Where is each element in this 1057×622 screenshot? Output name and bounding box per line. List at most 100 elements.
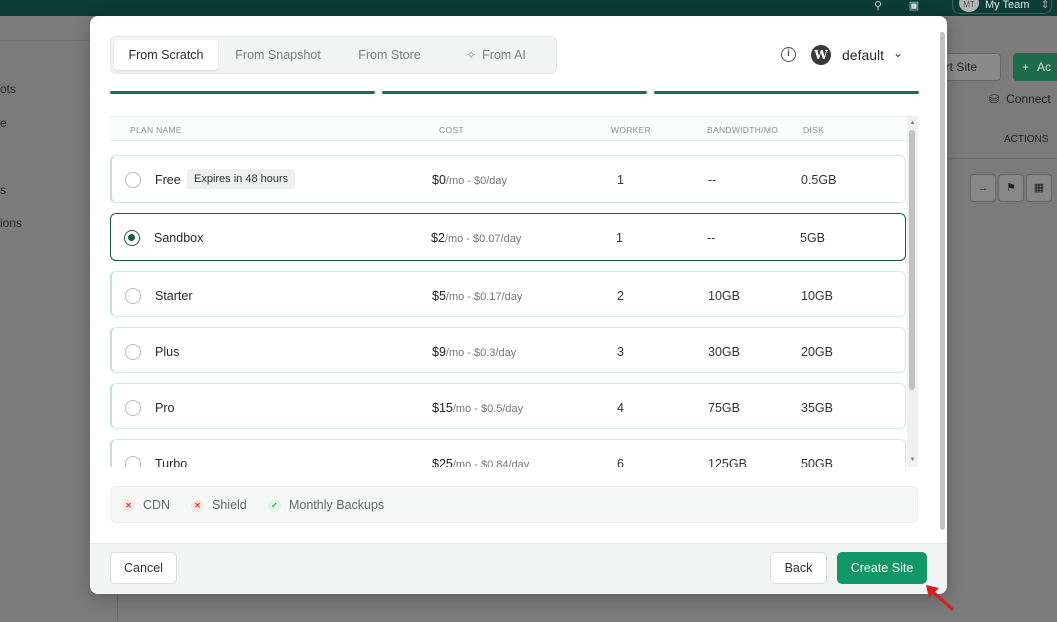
plan-row-sandbox[interactable]: Sandbox $2/mo - $0.07/day 1 -- 5GB bbox=[110, 213, 906, 261]
header-disk: DISK bbox=[803, 125, 825, 135]
add-site-button[interactable]: + Ac bbox=[1013, 53, 1057, 81]
plan-price-sub: /mo - $0.84/day bbox=[452, 459, 530, 467]
step-progress-2 bbox=[382, 91, 647, 94]
scroll-down-icon[interactable]: ▼ bbox=[908, 457, 917, 463]
header-plan-name: PLAN NAME bbox=[130, 125, 182, 135]
plan-name: Turbo bbox=[155, 457, 188, 467]
plan-row-free[interactable]: Free Expires in 48 hours $0/mo - $0/day … bbox=[110, 155, 906, 203]
tab-from-store[interactable]: From Store bbox=[338, 40, 441, 70]
sidebar-item[interactable]: s bbox=[0, 183, 6, 197]
feature-label: Shield bbox=[212, 498, 247, 512]
plan-cost: $25/mo - $0.84/day bbox=[432, 457, 529, 467]
plan-price: $9 bbox=[432, 345, 446, 359]
modal-scrollbar[interactable] bbox=[939, 16, 947, 543]
chevron-down-icon[interactable]: ⌄ bbox=[893, 46, 903, 60]
login-icon[interactable]: → bbox=[970, 174, 996, 202]
plan-bandwidth: -- bbox=[708, 173, 717, 187]
table-divider bbox=[947, 158, 1057, 159]
connect-link[interactable]: ⛁ Connect bbox=[989, 92, 1051, 106]
chevron-updown-icon: ⇕ bbox=[1040, 0, 1050, 11]
plan-name: Pro bbox=[155, 401, 175, 415]
plan-price-sub: /mo - $0.07/day bbox=[444, 233, 522, 245]
plan-price-sub: /mo - $0.3/day bbox=[445, 347, 517, 359]
feature-label: Monthly Backups bbox=[289, 498, 385, 512]
tab-from-ai[interactable]: ✧ From AI bbox=[441, 40, 551, 70]
radio-button[interactable] bbox=[125, 456, 141, 467]
plan-disk: 5GB bbox=[800, 231, 826, 245]
step-progress-1 bbox=[110, 91, 375, 94]
help-icon[interactable]: ⚲ bbox=[866, 0, 890, 16]
plan-disk: 0.5GB bbox=[801, 173, 837, 187]
actions-header: ACTIONS bbox=[1004, 134, 1049, 145]
plan-disk: 35GB bbox=[801, 401, 833, 415]
plan-price-sub: /mo - $0/day bbox=[445, 175, 508, 187]
team-label: My Team bbox=[985, 0, 1030, 11]
plan-cost: $2/mo - $0.07/day bbox=[431, 231, 521, 245]
header-worker: WORKER bbox=[611, 125, 652, 135]
plan-bandwidth: 10GB bbox=[708, 289, 740, 303]
cancel-button[interactable]: Cancel bbox=[110, 552, 177, 584]
notifications-icon[interactable]: ▣ bbox=[902, 0, 926, 16]
plan-worker: 4 bbox=[617, 401, 624, 415]
x-icon: ✕ bbox=[122, 499, 135, 512]
plan-cost: $15/mo - $0.5/day bbox=[432, 401, 523, 415]
plan-worker: 3 bbox=[617, 345, 624, 359]
site-select-value[interactable]: default bbox=[842, 47, 884, 63]
plan-disk: 50GB bbox=[801, 457, 833, 467]
plan-worker: 2 bbox=[617, 289, 624, 303]
create-site-modal: From Scratch From Snapshot From Store ✧ F… bbox=[90, 16, 947, 594]
plan-name: Starter bbox=[155, 289, 193, 303]
plan-row-plus[interactable]: Plus $9/mo - $0.3/day 3 30GB 20GB bbox=[110, 327, 906, 373]
expiry-badge: Expires in 48 hours bbox=[187, 169, 296, 189]
plan-name: Free bbox=[155, 173, 181, 187]
database-icon: ⛁ bbox=[989, 92, 1000, 106]
back-button[interactable]: Back bbox=[770, 552, 827, 584]
plan-bandwidth: 30GB bbox=[708, 345, 740, 359]
plan-row-pro[interactable]: Pro $15/mo - $0.5/day 4 75GB 35GB bbox=[110, 383, 906, 429]
scroll-up-icon[interactable]: ▲ bbox=[908, 120, 917, 126]
radio-button[interactable] bbox=[125, 400, 141, 416]
plan-cost: $9/mo - $0.3/day bbox=[432, 345, 516, 359]
radio-button[interactable] bbox=[125, 172, 141, 188]
plan-price: $5 bbox=[432, 289, 446, 303]
tab-from-snapshot[interactable]: From Snapshot bbox=[218, 40, 338, 70]
plan-price-sub: /mo - $0.5/day bbox=[452, 403, 524, 415]
avatar: MT bbox=[959, 0, 979, 12]
scrollbar-thumb[interactable] bbox=[909, 130, 915, 390]
grid-icon[interactable]: ▦ bbox=[1026, 174, 1052, 202]
plan-disk: 10GB bbox=[801, 289, 833, 303]
radio-button[interactable] bbox=[125, 288, 141, 304]
check-icon: ✓ bbox=[268, 499, 281, 512]
plan-price: $15 bbox=[432, 401, 453, 415]
plan-worker: 6 bbox=[617, 457, 624, 467]
plan-row-starter[interactable]: Starter $5/mo - $0.17/day 2 10GB 10GB bbox=[110, 271, 906, 317]
team-switcher[interactable]: MT My Team ⇕ bbox=[952, 0, 1052, 14]
sidebar-item[interactable]: e bbox=[0, 116, 7, 130]
arrow-annotation-icon bbox=[926, 585, 954, 611]
feature-shield: ✕ Shield bbox=[191, 498, 247, 512]
plan-row-turbo[interactable]: Turbo $25/mo - $0.84/day 6 125GB 50GB bbox=[110, 439, 906, 467]
tab-from-scratch[interactable]: From Scratch bbox=[114, 40, 218, 70]
plan-bandwidth: 75GB bbox=[708, 401, 740, 415]
plan-price-sub: /mo - $0.17/day bbox=[445, 291, 523, 303]
flag-icon[interactable]: ⚑ bbox=[998, 174, 1024, 202]
plan-price: $25 bbox=[432, 457, 453, 467]
info-icon[interactable]: i bbox=[781, 47, 796, 62]
plan-bandwidth: -- bbox=[707, 231, 716, 245]
feature-cdn: ✕ CDN bbox=[122, 498, 170, 512]
radio-button[interactable] bbox=[125, 344, 141, 360]
header-cost: COST bbox=[439, 125, 464, 135]
radio-button[interactable] bbox=[124, 230, 140, 246]
top-bar: ⚲ ▣ MT My Team ⇕ bbox=[0, 0, 1057, 16]
step-progress-3 bbox=[654, 91, 919, 94]
header-bandwidth: BANDWIDTH/MO bbox=[707, 125, 779, 135]
create-site-button[interactable]: Create Site bbox=[837, 552, 927, 584]
feature-label: CDN bbox=[143, 498, 171, 512]
sidebar-item[interactable]: ots bbox=[0, 82, 16, 96]
modal-scrollbar-thumb[interactable] bbox=[940, 32, 945, 530]
plus-icon: + bbox=[1022, 60, 1030, 74]
feature-monthly-backups: ✓ Monthly Backups bbox=[268, 498, 384, 512]
source-tabs: From Scratch From Snapshot From Store ✧ F… bbox=[110, 36, 557, 74]
plan-list-scrollbar[interactable]: ▲ ▼ bbox=[907, 117, 918, 467]
sidebar-item[interactable]: ions bbox=[0, 216, 22, 230]
